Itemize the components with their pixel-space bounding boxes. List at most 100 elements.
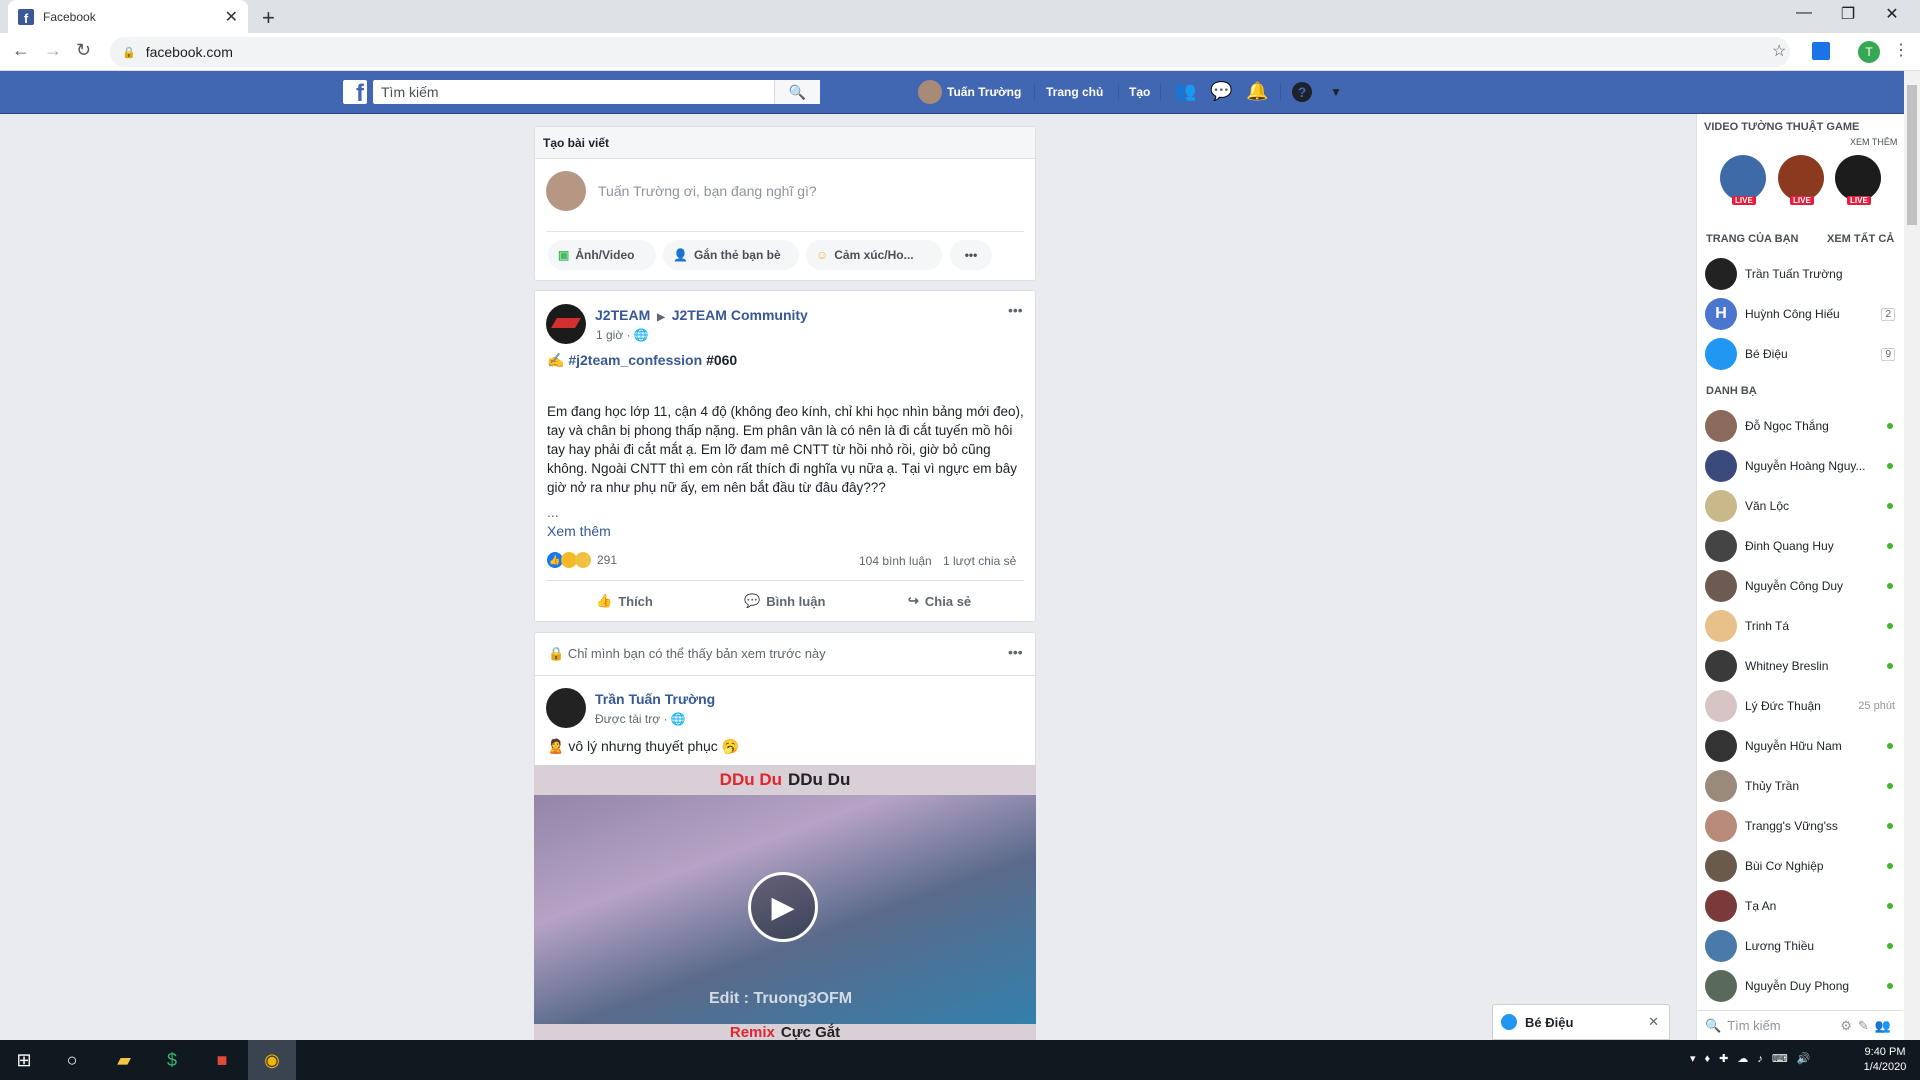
contact-item[interactable]: Lương Thiều [1705,926,1895,966]
maximize-button[interactable]: ❐ [1826,4,1870,24]
contact-item[interactable]: Nguyễn Hữu Nam [1705,726,1895,766]
j2team-avatar[interactable] [546,304,586,344]
page-item[interactable]: H Huỳnh Công Hiếu 2 [1705,294,1895,334]
facebook-logo-icon[interactable]: f [343,80,367,104]
globe-icon: · 🌐 [626,328,649,342]
contact-item[interactable]: Văn Lộc [1705,486,1895,526]
contact-name: Tạ An [1745,899,1777,913]
comment-button[interactable]: 💬 Bình luận [744,580,825,622]
contact-item[interactable]: Whitney Breslin [1705,646,1895,686]
contact-item[interactable]: Tạ An [1705,886,1895,926]
contact-item[interactable]: Trangg's Vững'ss [1705,806,1895,846]
new-tab-button[interactable]: + [262,5,275,31]
chat-search-input[interactable]: 🔍 Tìm kiếm ⚙✎👥 [1697,1010,1903,1040]
contact-item[interactable]: Nguyễn Hoàng Nguy... [1705,446,1895,486]
see-more-link[interactable]: Xem thêm [547,522,611,541]
tag-friends-icon: 👤 [673,248,688,262]
notifications-bell-icon[interactable]: 🔔 [1246,81,1268,102]
chat-close-icon[interactable]: ✕ [1648,1014,1659,1030]
feeling-activity-button[interactable]: ☺ Cảm xúc/Ho... [806,240,942,270]
address-bar[interactable]: 🔒 facebook.com [110,37,1790,67]
reload-icon[interactable]: ↻ [76,40,91,61]
post-author-avatar[interactable] [546,688,586,728]
contact-item[interactable]: Nguyễn Công Duy [1705,566,1895,606]
smiley-icon: ☺ [816,248,829,262]
post-author-link[interactable]: J2TEAM [595,307,650,323]
contact-item[interactable]: Thủy Trần [1705,766,1895,806]
header-create-link[interactable]: Tạo [1129,80,1150,104]
comment-bubble-icon: 💬 [744,593,761,608]
account-menu-chevron-icon[interactable]: ▼ [1330,85,1342,99]
search-icon[interactable]: 🔍 [774,80,820,104]
app-icon[interactable]: $ [148,1040,196,1080]
contact-item[interactable]: Trinh Tá [1705,606,1895,646]
chrome-taskbar-icon[interactable]: ◉ [248,1040,296,1080]
woman-emoji-icon: 🙎 [547,738,565,754]
friend-requests-icon[interactable]: 👥 [1174,81,1196,102]
see-more-videos-link[interactable]: XEM THÊM [1850,137,1897,147]
live-video-thumbnail[interactable]: LIVE [1778,155,1824,205]
tab-close-icon[interactable]: ✕ [225,7,238,27]
cortana-search-icon[interactable]: ○ [48,1040,96,1080]
page-item[interactable]: Trần Tuấn Trường [1705,254,1895,294]
help-icon[interactable]: ? [1292,82,1312,102]
contact-name: Trangg's Vững'ss [1745,819,1838,833]
contact-avatar [1705,770,1737,802]
share-button[interactable]: ↪ Chia sẻ [908,580,971,622]
contact-item[interactable]: Lý Đức Thuận 25 phút [1705,686,1895,726]
hashtag-link[interactable]: #j2team_confession [568,352,702,368]
contact-item[interactable]: Nguyễn Duy Phong [1705,966,1895,1006]
photo-video-button[interactable]: ▣ Ảnh/Video [548,240,656,270]
composer-prompt-input[interactable]: Tuấn Trường ơi, bạn đang nghĩ gì? [598,183,817,199]
scrollbar-thumb[interactable] [1907,85,1917,225]
composer-more-button[interactable]: ••• [950,240,992,270]
page-avatar [1705,338,1737,370]
page-item[interactable]: Bé Điệu 9 [1705,334,1895,374]
post-menu-button[interactable]: ••• [1008,644,1023,660]
messenger-icon[interactable]: 💬 [1210,81,1232,102]
contact-avatar [1705,930,1737,962]
share-count[interactable]: 1 lượt chia sẻ [943,554,1016,568]
app-icon[interactable]: ■ [198,1040,246,1080]
minimize-button[interactable]: — [1782,4,1826,22]
like-button[interactable]: 👍 Thích [596,580,653,622]
comment-label: Bình luận [766,593,826,609]
browser-tab[interactable]: f Facebook ✕ [8,0,248,33]
header-divider [1118,84,1119,100]
taskbar-clock[interactable]: 9:40 PM 1/4/2020 [1855,1045,1915,1075]
live-video-thumbnail[interactable]: LIVE [1720,155,1766,205]
header-home-link[interactable]: Trang chủ [1046,80,1103,104]
file-explorer-icon[interactable]: ▰ [100,1040,148,1080]
facebook-search-input[interactable]: Tìm kiếm 🔍 [373,80,820,104]
post-author-link[interactable]: Trần Tuấn Trường [595,691,715,707]
contact-item[interactable]: Bùi Cơ Nghiệp [1705,846,1895,886]
live-video-thumbnail[interactable]: LIVE [1835,155,1881,205]
chat-options-icons[interactable]: ⚙✎👥 [1840,1018,1897,1034]
browser-menu-icon[interactable]: ⋮ [1893,40,1909,60]
tag-friends-button[interactable]: 👤 Gắn thẻ bạn bè [663,240,799,270]
back-arrow-icon[interactable]: ← [12,40,30,61]
reactions-summary[interactable]: 👍 291 [547,552,617,568]
post-group-link[interactable]: J2TEAM Community [672,307,808,323]
contact-item[interactable]: Đinh Quang Huy [1705,526,1895,566]
sponsored-label[interactable]: Được tài trợ · [595,712,667,726]
play-icon[interactable]: ▶ [748,872,818,942]
forward-arrow-icon[interactable]: → [44,40,62,61]
header-avatar[interactable] [918,80,942,104]
reaction-count: 291 [597,553,618,567]
profile-avatar[interactable]: T [1858,41,1880,63]
windows-start-icon[interactable]: ⊞ [0,1040,48,1080]
extension-icon[interactable] [1812,42,1830,60]
window-close-button[interactable]: ✕ [1870,4,1914,24]
system-tray-icons[interactable]: ▾♦✚☁♪⌨🔊 [1690,1052,1819,1067]
comment-count[interactable]: 104 bình luận [859,554,932,568]
contact-avatar [1705,890,1737,922]
contact-item[interactable]: Đỗ Ngọc Thắng [1705,406,1895,446]
post-menu-button[interactable]: ••• [1008,302,1023,318]
bookmark-star-icon[interactable]: ☆ [1772,41,1786,61]
see-all-pages-link[interactable]: XEM TẤT CẢ [1827,233,1894,245]
online-status-icon [1887,903,1893,909]
chat-tab[interactable]: Bé Điệu ✕ [1492,1004,1670,1040]
header-profile-link[interactable]: Tuấn Trường [947,80,1021,104]
post-time[interactable]: 1 giờ [596,328,623,342]
